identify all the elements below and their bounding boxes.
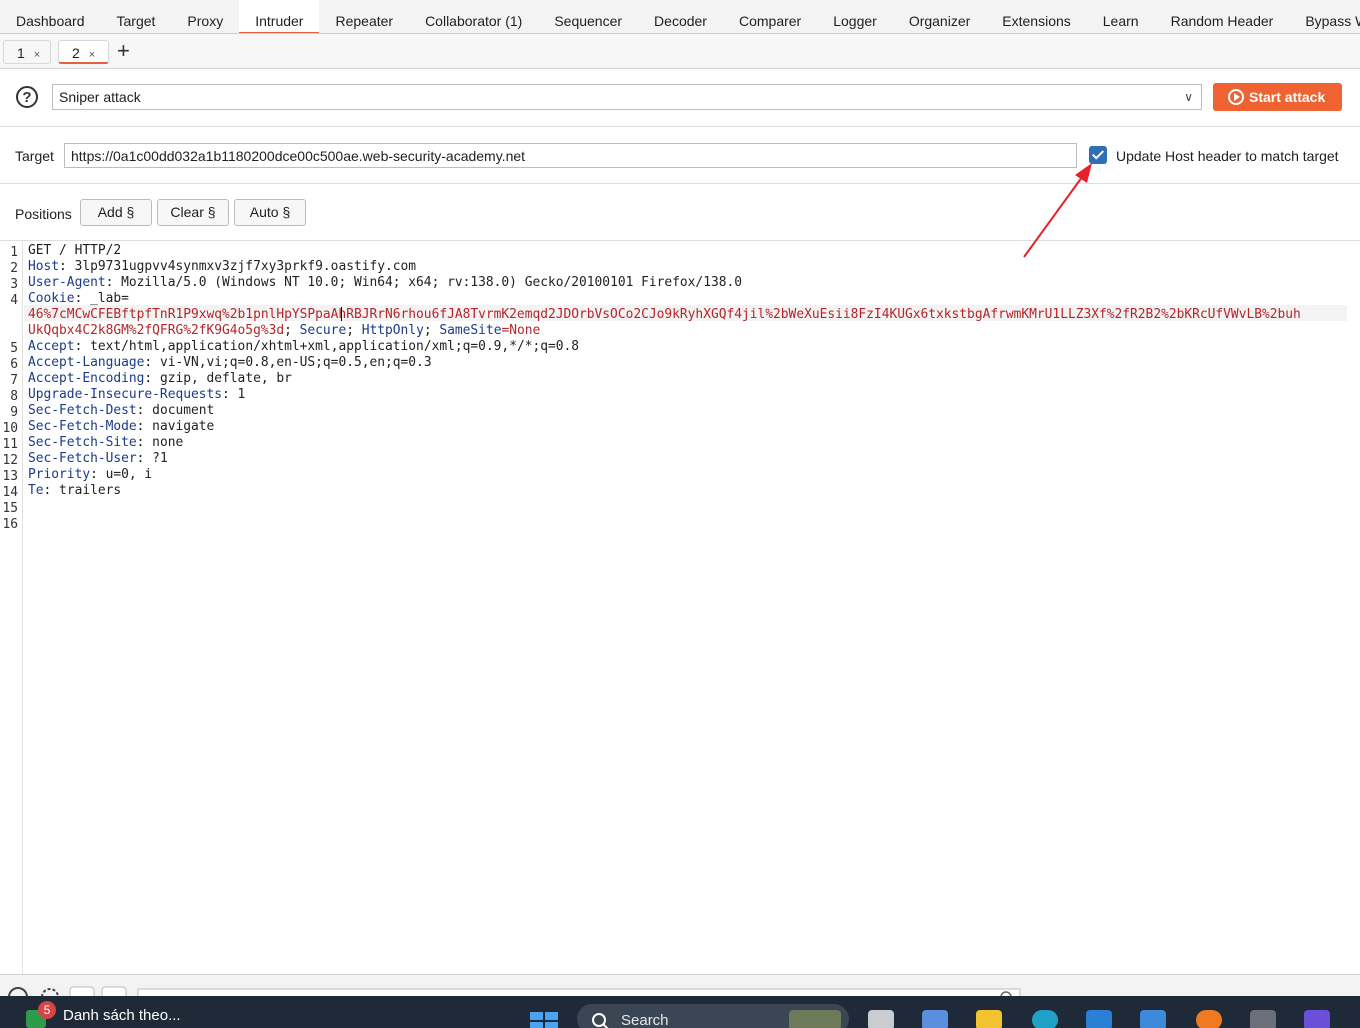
text-caret — [341, 307, 342, 321]
tab-label: 2 — [72, 45, 80, 61]
line-number: 13 — [2, 469, 18, 484]
line-number: 7 — [10, 373, 18, 388]
header-host: Host: 3lp9731ugpvv4synmxv3zjf7xy3prkf9.o… — [28, 259, 417, 274]
header-sec-fetch-mode: Sec-Fetch-Mode: navigate — [28, 419, 215, 434]
tool-tab-collaborator-1[interactable]: Collaborator (1) — [409, 0, 538, 33]
add-marker-button[interactable]: Add § — [80, 199, 152, 226]
tab-label: 1 — [17, 45, 25, 61]
store-icon[interactable] — [1140, 1010, 1166, 1028]
line-number: 10 — [2, 421, 18, 436]
line-number: 11 — [2, 437, 18, 452]
tool-tab-learn[interactable]: Learn — [1087, 0, 1155, 33]
close-icon[interactable]: × — [89, 49, 95, 61]
copilot-icon[interactable] — [922, 1010, 948, 1028]
line-number: 12 — [2, 453, 18, 468]
request-line: GET / HTTP/2 — [28, 243, 122, 258]
header-te: Te: trailers — [28, 483, 122, 498]
clear-markers-button[interactable]: Clear § — [157, 199, 229, 226]
cookie-value-part-1: 46%7cMCwCFEBftpfTnR1P9xwq%2b1pnlHpYSPpaA… — [28, 307, 1301, 322]
line-number: 2 — [10, 261, 18, 276]
close-icon[interactable]: × — [34, 49, 40, 61]
chevron-down-icon: ∨ — [1184, 90, 1193, 104]
intruder-tab-2[interactable]: 2 × — [58, 40, 109, 64]
tool-tab-comparer[interactable]: Comparer — [723, 0, 817, 33]
tool-tab-intruder[interactable]: Intruder — [239, 0, 320, 33]
tool-tab-decoder[interactable]: Decoder — [638, 0, 723, 33]
tool-tab-sequencer[interactable]: Sequencer — [538, 0, 638, 33]
windows-start-icon[interactable] — [530, 1010, 560, 1028]
annotation-arrow — [1023, 163, 1092, 258]
tool-tab-bar: Dashboard Target Proxy Intruder Repeater Coll… — [0, 0, 1360, 34]
tool-tab-organizer[interactable]: Organizer — [893, 0, 986, 33]
header-sec-fetch-site: Sec-Fetch-Site: none — [28, 435, 184, 450]
target-url-input[interactable] — [64, 143, 1077, 168]
play-icon — [1228, 89, 1244, 105]
tool-tab-target[interactable]: Target — [101, 0, 172, 33]
notification-badge: 5 — [38, 1001, 56, 1019]
header-accept-encoding: Accept-Encoding: gzip, deflate, br — [28, 371, 292, 386]
intruder-tab-1[interactable]: 1 × — [3, 40, 51, 64]
line-number: 9 — [10, 405, 18, 420]
app-icon[interactable] — [1304, 1010, 1330, 1028]
positions-label: Positions — [15, 206, 72, 222]
line-number: 14 — [2, 485, 18, 500]
search-bar-controls — [8, 986, 1021, 996]
positions-row: Positions Add § Clear § Auto § — [0, 184, 1360, 241]
file-explorer-icon[interactable] — [976, 1010, 1002, 1028]
request-editor[interactable]: 1 2 3 4 5 6 7 8 9 10 11 12 13 14 15 16 GET / HTTP/2 Hos… — [0, 241, 1360, 974]
header-cookie: Cookie: _lab= — [28, 291, 129, 306]
tool-tab-proxy[interactable]: Proxy — [171, 0, 239, 33]
update-host-label: Update Host header to match target — [1116, 148, 1339, 164]
header-user-agent: User-Agent: Mozilla/5.0 (Windows NT 10.0… — [28, 275, 743, 290]
cookie-value-part-2: UkQqbx4C2k8GM%2fQFRG%2fK9G4o5g%3d; Secur… — [28, 323, 541, 338]
header-accept-language: Accept-Language: vi-VN,vi;q=0.8,en-US;q=… — [28, 355, 432, 370]
search-highlight-icon — [789, 1010, 841, 1028]
header-priority: Priority: u=0, i — [28, 467, 153, 482]
auto-markers-button[interactable]: Auto § — [234, 199, 306, 226]
line-number: 6 — [10, 357, 18, 372]
header-accept: Accept: text/html,application/xhtml+xml,… — [28, 339, 580, 354]
tool-tab-repeater[interactable]: Repeater — [319, 0, 409, 33]
line-number: 3 — [10, 277, 18, 292]
taskbar-search-placeholder: Search — [621, 1012, 669, 1028]
terminal-icon[interactable] — [1250, 1010, 1276, 1028]
attack-type-select[interactable]: Sniper attack ∨ — [52, 84, 1202, 110]
tool-tab-bypass-waf[interactable]: Bypass WAF — [1289, 0, 1360, 33]
firefox-icon[interactable] — [1196, 1010, 1222, 1028]
header-upgrade-insecure: Upgrade-Insecure-Requests: 1 — [28, 387, 246, 402]
header-sec-fetch-dest: Sec-Fetch-Dest: document — [28, 403, 215, 418]
attack-type-row: ? Sniper attack ∨ Start attack — [0, 69, 1360, 127]
tool-tab-random-header[interactable]: Random Header — [1155, 0, 1290, 33]
vscode-icon[interactable] — [1086, 1010, 1112, 1028]
task-view-icon[interactable] — [868, 1010, 894, 1028]
add-tab-button[interactable]: + — [117, 39, 130, 63]
intruder-tab-bar: 1 × 2 × — [0, 34, 1360, 69]
tool-tab-logger[interactable]: Logger — [817, 0, 893, 33]
taskbar-window-title[interactable]: Danh sách theo... — [63, 1007, 181, 1024]
line-number: 8 — [10, 389, 18, 404]
header-sec-fetch-user: Sec-Fetch-User: ?1 — [28, 451, 168, 466]
taskbar-search[interactable]: Search — [577, 1004, 849, 1028]
start-attack-button[interactable]: Start attack — [1213, 83, 1342, 111]
line-number: 16 — [2, 517, 18, 532]
tool-tab-dashboard[interactable]: Dashboard — [0, 0, 101, 33]
editor-search-bar — [0, 974, 1360, 996]
start-attack-label: Start attack — [1249, 89, 1326, 105]
target-label: Target — [15, 148, 54, 164]
line-number: 1 — [10, 245, 18, 260]
search-icon — [592, 1013, 609, 1028]
edge-icon[interactable] — [1032, 1010, 1058, 1028]
help-icon[interactable]: ? — [16, 86, 38, 108]
target-row: Target Update Host header to match targe… — [0, 127, 1360, 184]
line-number-gutter: 1 2 3 4 5 6 7 8 9 10 11 12 13 14 15 16 — [0, 241, 23, 974]
line-number: 15 — [2, 501, 18, 516]
attack-type-value: Sniper attack — [59, 89, 141, 105]
os-taskbar: 5 Danh sách theo... Search — [0, 996, 1360, 1028]
tool-tab-extensions[interactable]: Extensions — [986, 0, 1086, 33]
line-number: 4 — [10, 293, 18, 308]
line-number: 5 — [10, 341, 18, 356]
